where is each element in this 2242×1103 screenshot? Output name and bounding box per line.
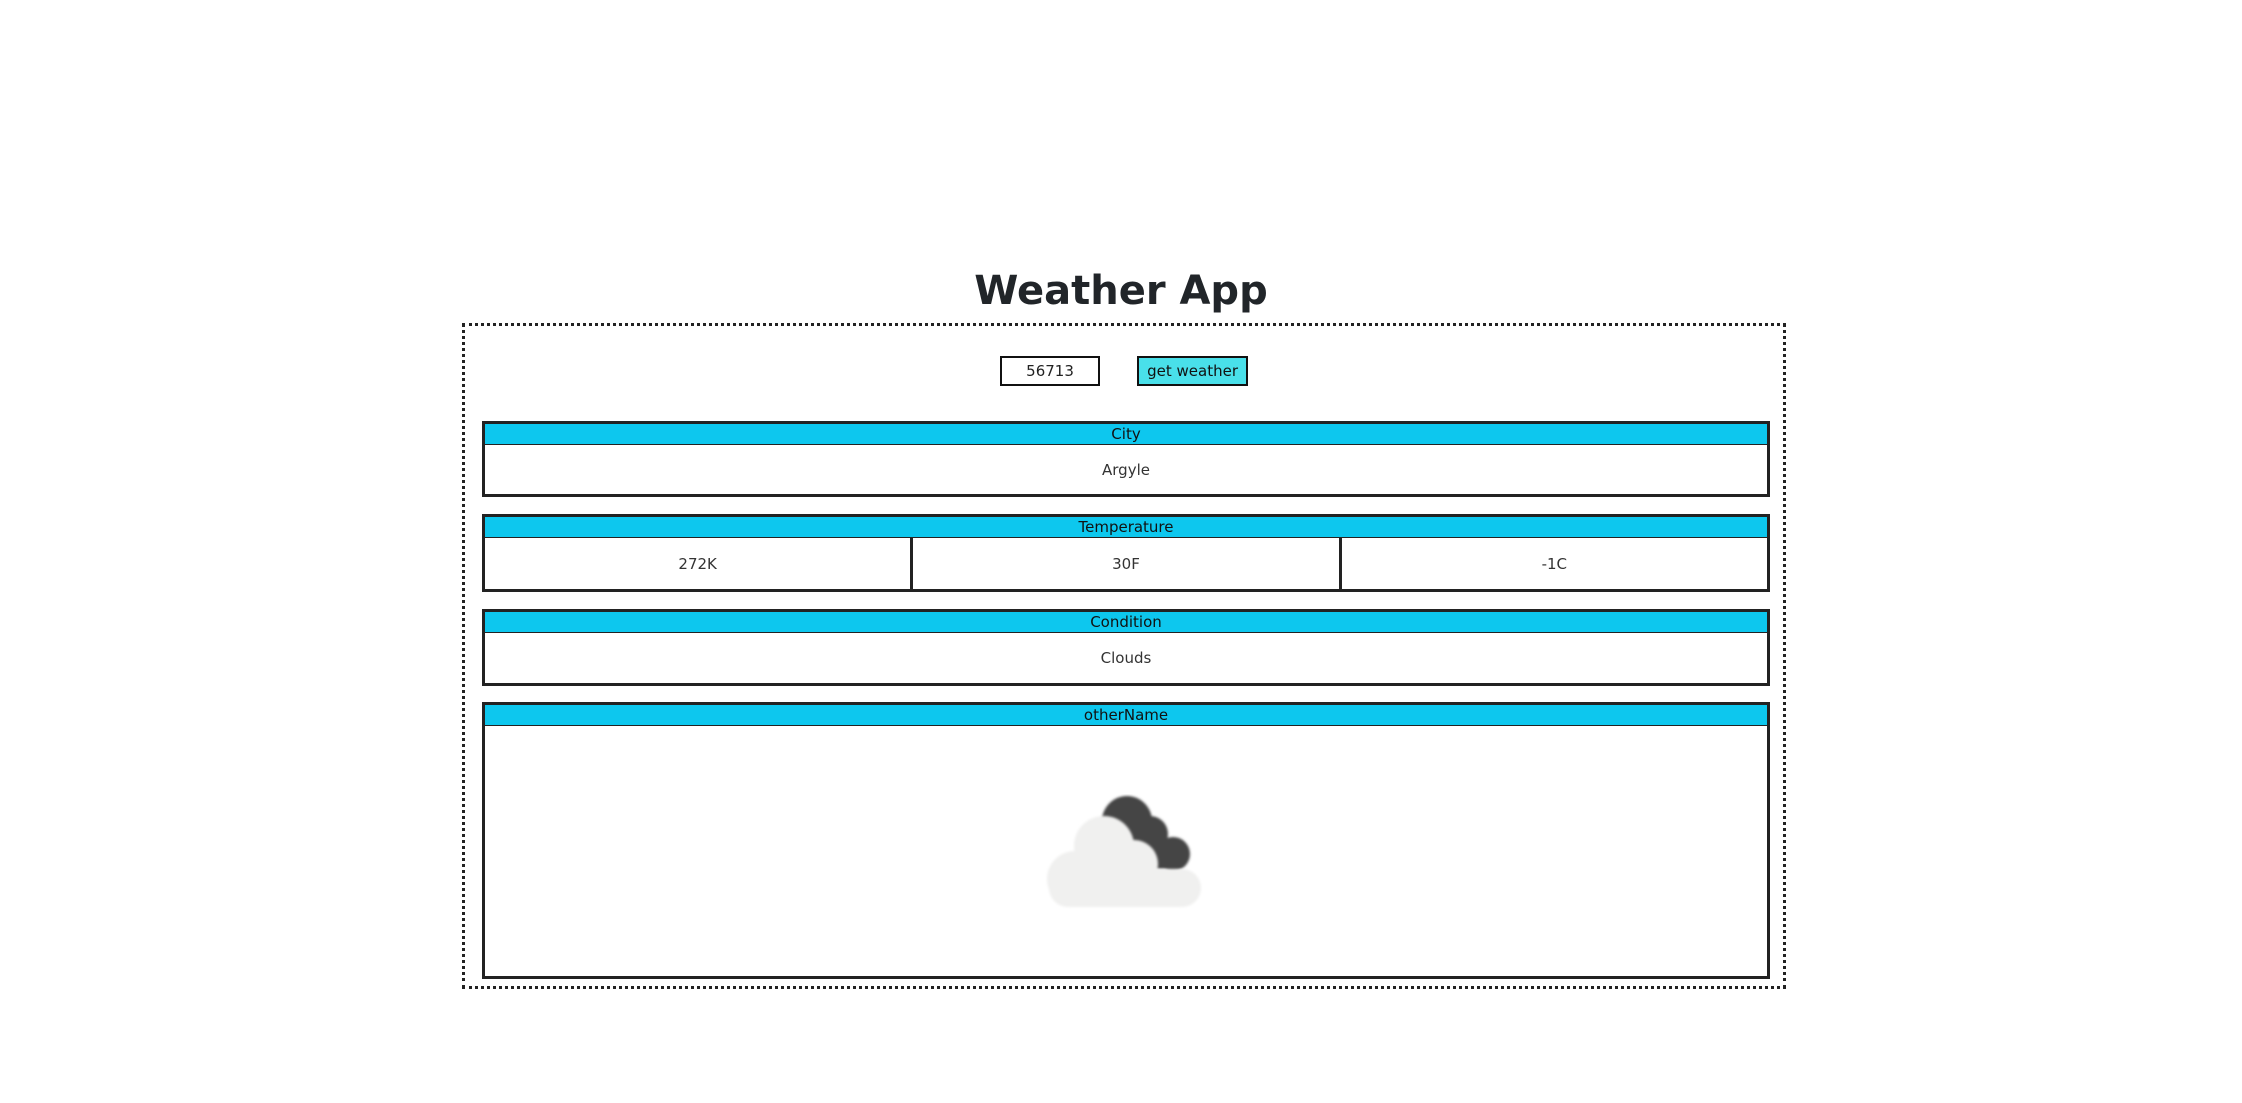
search-row: get weather [465,356,1783,386]
temperature-celsius: -1C [1338,538,1767,590]
city-value: Argyle [1102,461,1150,479]
temperature-fahrenheit: 30F [910,538,1338,590]
weather-panel: get weather City Argyle Temperature 272K… [462,323,1786,989]
zip-input[interactable] [1000,356,1101,386]
temperature-kelvin: 272K [678,555,717,573]
temperature-header: Temperature [485,517,1767,538]
condition-header: Condition [485,612,1767,633]
weather-icon-area [485,726,1767,976]
city-header: City [485,424,1767,445]
page: Weather App get weather City Argyle Temp… [0,0,2242,1103]
other-header: otherName [485,705,1767,726]
temperature-row: 272K 30F -1C [485,538,1767,590]
condition-value: Clouds [1100,649,1152,667]
get-weather-button[interactable]: get weather [1137,356,1248,386]
city-section: City Argyle [482,421,1770,497]
condition-section: Condition Clouds [482,609,1770,686]
page-title: Weather App [974,268,1268,314]
temperature-section: Temperature 272K 30F -1C [482,514,1770,592]
other-section: otherName [482,702,1770,979]
broken-clouds-icon [1047,796,1201,907]
